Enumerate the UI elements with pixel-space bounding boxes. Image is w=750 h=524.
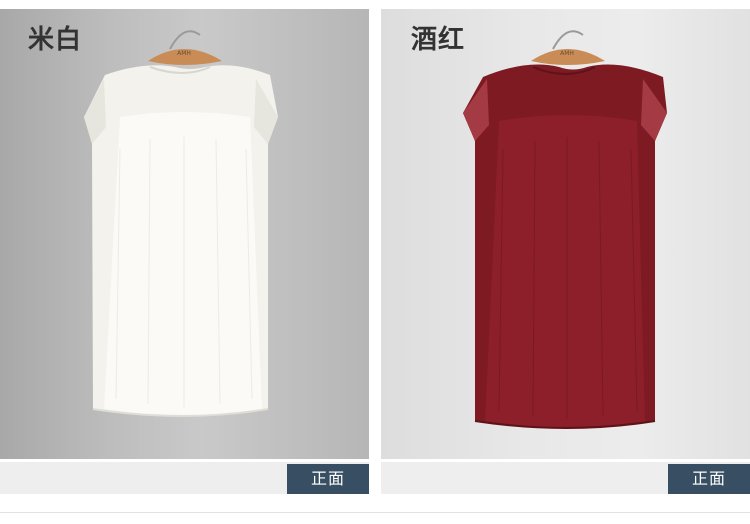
burgundy-dress-image: AMH [463, 30, 667, 429]
product-footer-burgundy: 正面 [381, 462, 750, 494]
ivory-dress-image: AMH [84, 30, 278, 417]
product-footer-ivory: 正面 [0, 462, 369, 494]
hanger-icon: AMH [148, 30, 222, 65]
product-panel-burgundy: AMH 酒红 [381, 9, 750, 459]
burgundy-dress [463, 64, 667, 429]
color-name-label: 酒红 [411, 25, 466, 55]
color-name-label: 米白 [28, 25, 83, 55]
hanger-icon: AMH [531, 30, 605, 65]
hanger-brand: AMH [177, 50, 191, 57]
product-panel-ivory: AMH 米白 [0, 9, 369, 459]
bottom-divider [0, 512, 750, 513]
ivory-dress [84, 65, 278, 417]
hanger-brand: AMH [560, 50, 574, 57]
view-tag-front: 正面 [668, 464, 750, 494]
view-tag-front: 正面 [287, 464, 369, 494]
